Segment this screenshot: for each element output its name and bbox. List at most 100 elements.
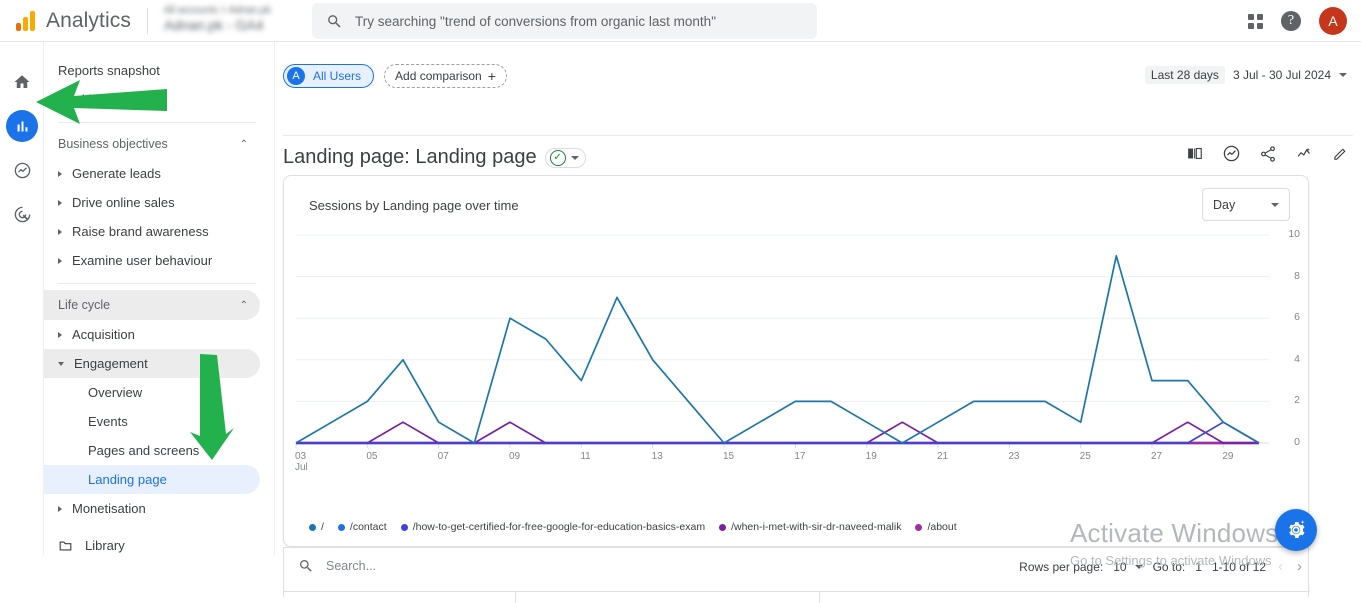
sidebar-item-library[interactable]: Library [44, 531, 260, 555]
y-axis-tick: 6 [1294, 311, 1300, 324]
x-axis-tick: 05 [366, 451, 378, 462]
rows-per-page-label: Rows per page: [1019, 559, 1104, 574]
x-axis-tick: 21 [937, 451, 949, 462]
next-page-button[interactable]: › [1295, 558, 1304, 575]
insights-icon[interactable] [1222, 144, 1241, 163]
account-breadcrumb: All accounts > Adnan.pk [163, 4, 271, 16]
top-bar: Analytics All accounts > Adnan.pk Adnan.… [0, 0, 1361, 42]
table-search[interactable]: Search... [298, 558, 376, 574]
top-bar-actions: ? A [1248, 0, 1347, 42]
avatar[interactable]: A [1319, 7, 1347, 35]
chevron-up-icon: ⌃ [239, 138, 248, 150]
go-to-value: 1 [1195, 559, 1202, 574]
sidebar-item-landing-page[interactable]: Landing page [44, 465, 260, 494]
search-icon [300, 560, 312, 572]
date-range-picker[interactable]: Last 28 days 3 Jul - 30 Jul 2024 [1144, 66, 1347, 84]
sidebar-item-label: Acquisition [72, 327, 135, 342]
sidebar-item-label: Events [88, 414, 128, 429]
sidebar-item-engagement[interactable]: Engagement [44, 349, 260, 378]
legend-color-dot [400, 523, 408, 531]
chevron-right-icon [58, 199, 62, 206]
sidebar-item-realtime[interactable]: Realtime [44, 85, 260, 114]
bar-chart-icon [17, 121, 27, 131]
x-axis-tick: 07 [437, 451, 449, 462]
home-icon [14, 75, 30, 88]
granularity-select[interactable]: Day [1202, 188, 1290, 221]
sidebar-item-generate-leads[interactable]: Generate leads [44, 159, 260, 188]
sidebar-item-monetisation[interactable]: Monetisation [44, 494, 260, 523]
granularity-value: Day [1213, 197, 1236, 212]
sidebar-item-raise-brand-awareness[interactable]: Raise brand awareness [44, 217, 260, 246]
chart-plot-area: 0 2 4 6 8 10 03 Jul 05 07 09 11 13 15 17 19 21 23 25 27 29 [284, 228, 1310, 491]
legend-label: /how-to-get-certified-for-free-google-fo… [412, 521, 706, 533]
x-axis-tick: 19 [865, 451, 877, 462]
rail-item-explore[interactable] [0, 148, 44, 192]
x-axis-tick: 13 [651, 451, 663, 462]
legend-color-dot [337, 523, 345, 531]
chevron-up-icon: ⌃ [239, 299, 248, 311]
chart-legend: / /contact/how-to-get-certified-for-free-… [309, 521, 971, 533]
chevron-down-icon [1134, 564, 1143, 569]
global-search[interactable] [312, 3, 817, 39]
legend-item[interactable]: / [309, 521, 324, 533]
x-axis-tick: 11 [580, 451, 591, 462]
icon-rail [0, 42, 44, 555]
legend-item[interactable]: /how-to-get-certified-for-free-google-fo… [400, 521, 706, 533]
add-comparison-button[interactable]: Add comparison + [384, 64, 507, 88]
x-axis-tick: 09 [509, 451, 521, 462]
sidebar-item-label: Monetisation [72, 501, 146, 516]
edit-pencil-icon[interactable] [1332, 145, 1349, 162]
help-icon[interactable]: ? [1281, 11, 1301, 31]
sidebar-item-pages-and-screens[interactable]: Pages and screens [44, 436, 260, 465]
legend-label: /contact [349, 521, 387, 533]
chart-title: Sessions by Landing page over time [309, 198, 519, 213]
chevron-down-icon [570, 155, 579, 160]
sidebar-item-label: Examine user behaviour [72, 253, 213, 268]
x-axis-tick: 29 [1222, 451, 1234, 462]
sidebar-item-label: Engagement [74, 356, 148, 371]
legend-item[interactable]: /about [915, 521, 957, 533]
account-selector[interactable]: All accounts > Adnan.pk Adnan.pk - GA4 [164, 4, 324, 38]
sidebar-section-life-cycle[interactable]: Life cycle ⌃ [44, 290, 260, 320]
divider [515, 591, 516, 603]
legend-item[interactable]: /contact [337, 521, 387, 533]
chart-card: Sessions by Landing page over time Day 0… [283, 175, 1309, 547]
y-axis-tick: 8 [1294, 269, 1300, 282]
legend-color-dot [719, 523, 727, 531]
sidebar-section-business-objectives[interactable]: Business objectives ⌃ [44, 129, 260, 159]
legend-label: /about [927, 521, 957, 533]
sidebar-item-drive-online-sales[interactable]: Drive online sales [44, 188, 260, 217]
sidebar-item-label: Reports snapshot [58, 63, 160, 78]
compare-icon[interactable] [1185, 145, 1204, 162]
settings-sparkle-fab[interactable] [1275, 509, 1317, 551]
rail-item-home[interactable] [0, 60, 44, 104]
divider [283, 135, 1353, 136]
audience-chip-all-users[interactable]: A All Users [283, 64, 375, 88]
rail-item-advertising[interactable] [0, 192, 44, 236]
rows-per-page-value: 10 [1113, 559, 1127, 574]
dimension-selector[interactable]: ✓ [544, 147, 586, 168]
report-toolbar [1185, 144, 1349, 163]
plus-icon: + [487, 68, 496, 84]
sidebar-item-overview[interactable]: Overview [44, 378, 260, 407]
folder-icon [59, 541, 72, 551]
sidebar-section-label: Life cycle [58, 298, 111, 312]
trend-insights-icon[interactable] [1295, 145, 1314, 162]
rows-per-page-select[interactable]: 10 [1113, 559, 1143, 574]
sidebar-item-reports-snapshot[interactable]: Reports snapshot [44, 56, 260, 85]
share-icon[interactable] [1259, 145, 1277, 163]
rail-item-reports[interactable] [0, 104, 44, 148]
table-pagination: Rows per page: 10 Go to: 1 1-10 of 12 ‹ … [1019, 558, 1304, 575]
search-input[interactable] [355, 13, 795, 29]
sidebar-item-examine-user-behaviour[interactable]: Examine user behaviour [44, 246, 260, 275]
prev-page-button[interactable]: ‹ [1276, 558, 1285, 575]
sidebar-item-events[interactable]: Events [44, 407, 260, 436]
legend-item[interactable]: /when-i-met-with-sir-dr-naveed-malik [719, 521, 901, 533]
sidebar-item-acquisition[interactable]: Acquisition [44, 320, 260, 349]
add-comparison-label: Add comparison [395, 69, 482, 83]
sidebar-item-label: Library [85, 538, 125, 553]
apps-grid-icon[interactable] [1248, 13, 1263, 29]
sidebar-item-label: Overview [88, 385, 143, 400]
go-to-select[interactable]: 1 [1195, 560, 1202, 574]
x-axis-tick: 15 [723, 451, 735, 462]
